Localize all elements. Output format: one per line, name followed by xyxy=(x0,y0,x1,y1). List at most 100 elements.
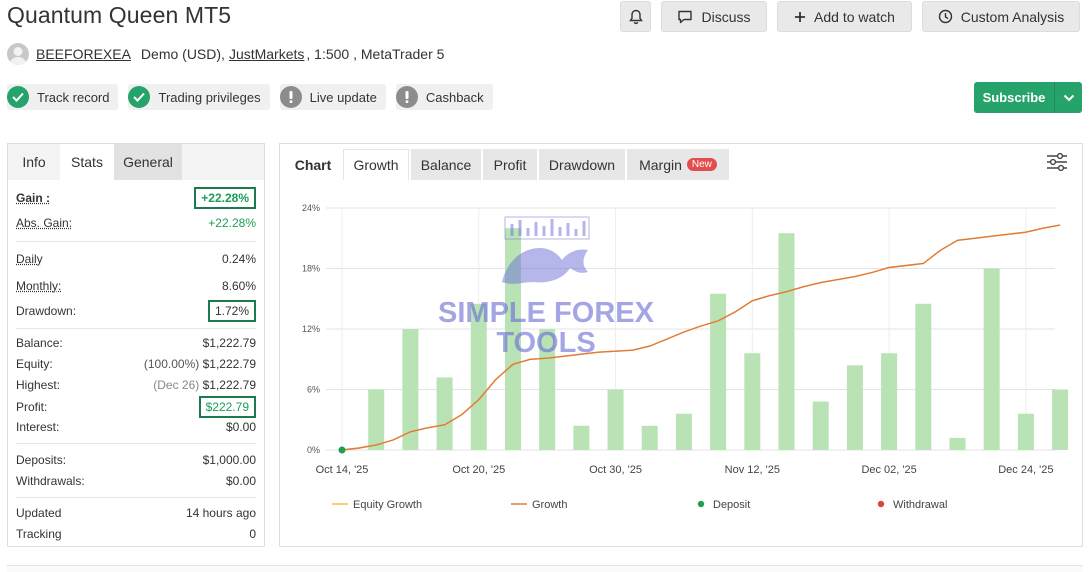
divider xyxy=(16,328,256,329)
broker-link[interactable]: JustMarkets xyxy=(229,46,304,62)
verification-badges: Track record Trading privileges Live upd… xyxy=(7,84,493,110)
legend-label: Withdrawal xyxy=(893,499,947,511)
author-link[interactable]: BEEFOREXEA xyxy=(36,46,131,62)
stat-interest: Interest: $0.00 xyxy=(16,420,256,434)
page-title: Quantum Queen MT5 xyxy=(7,2,232,28)
tab-margin-label: Margin xyxy=(639,156,682,173)
legend-label: Growth xyxy=(532,499,567,511)
badge-track-record[interactable]: Track record xyxy=(7,84,119,110)
stat-profit: Profit: $222.79 xyxy=(16,395,256,419)
chart-bar xyxy=(436,377,453,450)
tab-drawdown[interactable]: Drawdown xyxy=(539,149,625,180)
chart-bar xyxy=(778,233,795,450)
stat-highest: Highest: (Dec 26) $1,222.79 xyxy=(16,378,256,392)
y-tick-label: 24% xyxy=(302,203,320,213)
avatar[interactable] xyxy=(7,43,29,65)
bottom-panel-edge xyxy=(7,565,1083,572)
badge-label: Cashback xyxy=(425,89,484,105)
legend-label: Equity Growth xyxy=(353,499,422,511)
stat-deposits: Deposits: $1,000.00 xyxy=(16,453,256,467)
stat-monthly: Monthly: 8.60% xyxy=(16,279,256,293)
new-badge: New xyxy=(686,158,717,171)
x-tick-label: Oct 14, '25 xyxy=(316,464,369,476)
discuss-label: Discuss xyxy=(701,8,751,25)
tab-margin[interactable]: Margin New xyxy=(627,149,729,180)
custom-analysis-label: Custom Analysis xyxy=(960,8,1065,25)
stat-withdrawals: Withdrawals: $0.00 xyxy=(16,474,256,488)
badge-live-update[interactable]: Live update xyxy=(279,84,386,110)
divider xyxy=(16,443,256,444)
discuss-button[interactable]: Discuss xyxy=(661,1,767,32)
deposit-point xyxy=(338,446,346,454)
chart-panel: Chart Growth Balance Profit Drawdown Mar… xyxy=(279,143,1083,547)
chart-bar xyxy=(607,389,624,450)
badge-label: Live update xyxy=(309,89,377,105)
divider xyxy=(16,497,256,498)
chart-settings-button[interactable] xyxy=(1046,152,1070,174)
clock-icon xyxy=(938,9,952,24)
x-tick-label: Dec 02, '25 xyxy=(861,464,916,476)
gain-value: +22.28% xyxy=(194,187,256,209)
chart-bar xyxy=(675,413,692,450)
chart-bar xyxy=(1017,413,1034,450)
y-tick-label: 12% xyxy=(302,324,320,334)
tab-balance[interactable]: Balance xyxy=(411,149,481,180)
profit-value: $222.79 xyxy=(198,396,256,418)
y-tick-label: 0% xyxy=(307,445,320,455)
stat-balance: Balance: $1,222.79 xyxy=(16,336,256,350)
tab-stats[interactable]: Stats xyxy=(60,144,114,180)
x-tick-label: Dec 24, '25 xyxy=(998,464,1053,476)
stat-updated: Updated 14 hours ago xyxy=(16,506,256,520)
tab-general[interactable]: General xyxy=(114,144,182,180)
x-tick-label: Oct 30, '25 xyxy=(589,464,642,476)
custom-analysis-button[interactable]: Custom Analysis xyxy=(922,1,1080,32)
legend-swatch xyxy=(877,500,885,508)
badge-label: Track record xyxy=(37,89,110,105)
growth-chart: SIMPLE FOREX TOOLS 0% 6% 12% 18% 24% Oct 14, … xyxy=(302,203,1069,511)
subscribe-button[interactable]: Subscribe xyxy=(974,82,1054,113)
account-info: BEEFOREXEA Demo (USD), JustMarkets , 1:5… xyxy=(7,43,444,65)
badge-label: Trading privileges xyxy=(158,89,261,105)
chart-bar xyxy=(949,437,966,450)
account-type: Demo (USD), xyxy=(140,46,225,62)
tab-info[interactable]: Info xyxy=(8,144,60,180)
badge-trading-privileges[interactable]: Trading privileges xyxy=(128,84,270,110)
chart-bar xyxy=(641,425,658,450)
notification-button[interactable] xyxy=(620,1,651,32)
drawdown-value: 1.72% xyxy=(207,300,256,322)
watermark: SIMPLE FOREX TOOLS xyxy=(438,216,655,359)
chart-bar xyxy=(983,268,1000,450)
badge-cashback[interactable]: Cashback xyxy=(395,84,493,110)
exclamation-icon xyxy=(279,86,302,108)
chart-bar xyxy=(744,353,761,450)
checkmark-icon xyxy=(7,86,29,108)
y-tick-label: 18% xyxy=(302,264,320,274)
stat-tracking: Tracking 0 xyxy=(16,527,256,541)
subscribe-button-group: Subscribe xyxy=(974,82,1082,113)
exclamation-icon xyxy=(395,86,418,108)
subscribe-dropdown-button[interactable] xyxy=(1054,82,1082,113)
sliders-icon xyxy=(1047,152,1067,172)
chart-bar xyxy=(846,365,863,450)
stats-panel: Info Stats General Gain : +22.28% Abs. G… xyxy=(7,143,265,547)
stat-equity: Equity: (100.00%) $1,222.79 xyxy=(16,357,256,371)
stat-abs-gain: Abs. Gain: +22.28% xyxy=(16,216,256,230)
chart-bar xyxy=(573,425,590,450)
chart-bar xyxy=(368,389,385,450)
stat-daily: Daily 0.24% xyxy=(16,252,256,266)
chart-legend: Equity Growth Growth Deposit Withdrawal xyxy=(332,499,947,511)
chart-bar xyxy=(1052,389,1069,450)
chevron-down-icon xyxy=(1063,94,1074,101)
legend-label: Deposit xyxy=(713,499,750,511)
chart-bar xyxy=(881,353,898,450)
tab-growth[interactable]: Growth xyxy=(343,149,409,180)
x-tick-label: Oct 20, '25 xyxy=(452,464,505,476)
chart-tabs: Chart Growth Balance Profit Drawdown Mar… xyxy=(280,144,1082,180)
tab-profit[interactable]: Profit xyxy=(483,149,537,180)
bell-icon xyxy=(628,9,643,24)
add-to-watch-button[interactable]: Add to watch xyxy=(777,1,912,32)
stat-drawdown: Drawdown: 1.72% xyxy=(16,299,256,323)
x-tick-label: Nov 12, '25 xyxy=(725,464,780,476)
legend-swatch xyxy=(697,500,705,508)
watermark-line-1: SIMPLE FOREX xyxy=(438,297,655,329)
